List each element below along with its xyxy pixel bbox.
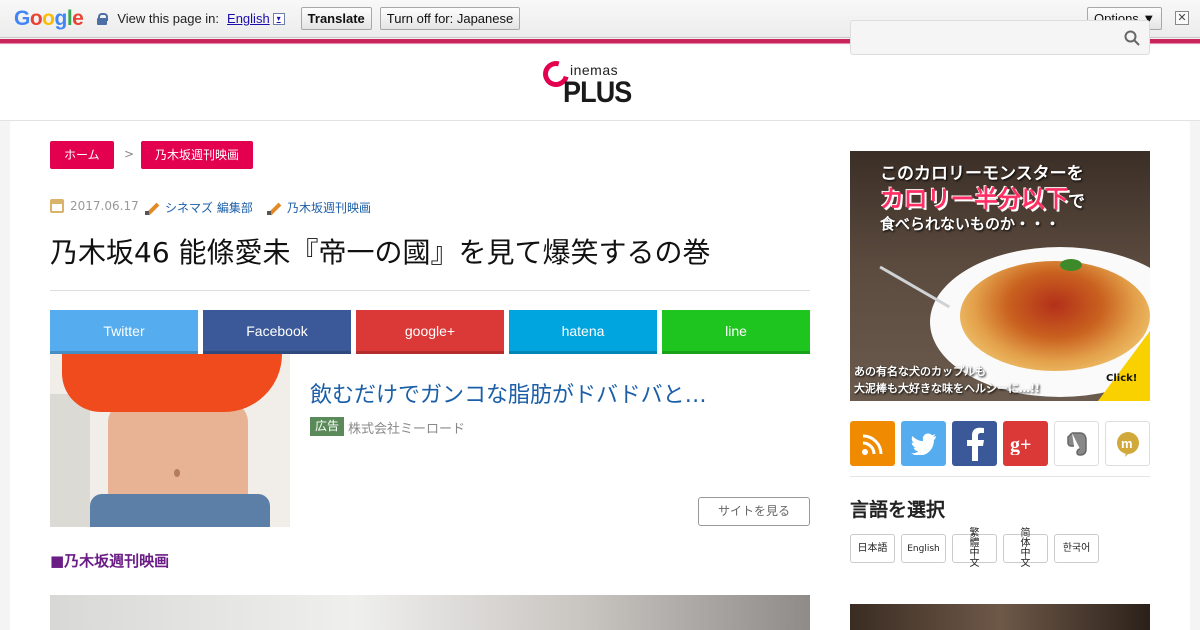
share-googleplus-button[interactable]: google+ bbox=[356, 310, 504, 354]
site-logo[interactable]: inemas PLUS bbox=[538, 56, 643, 109]
post-author-text: シネマズ 編集部 bbox=[165, 201, 253, 215]
language-label: English bbox=[227, 11, 270, 26]
search-input[interactable] bbox=[850, 20, 1150, 55]
pencil-icon bbox=[145, 201, 159, 215]
dropdown-arrow-icon: ▾ bbox=[272, 12, 285, 25]
post-tag[interactable]: 乃木坂週刊映画 bbox=[267, 199, 371, 216]
breadcrumb-home[interactable]: ホーム bbox=[50, 141, 114, 169]
logo-plus: PLUS bbox=[563, 76, 632, 109]
ad-badge: 広告 bbox=[310, 417, 345, 436]
sidebar-image bbox=[850, 604, 1150, 630]
share-facebook-button[interactable]: Facebook bbox=[203, 310, 351, 354]
mixi-icon[interactable]: m bbox=[1105, 421, 1150, 466]
ad-image[interactable] bbox=[50, 354, 290, 527]
share-hatena-button[interactable]: hatena bbox=[509, 310, 657, 354]
ad-sponsor: 株式会社ミーロード bbox=[348, 422, 466, 437]
post-date: 2017.06.17 bbox=[50, 199, 139, 213]
translate-prompt: View this page in: bbox=[117, 11, 220, 26]
turn-off-button[interactable]: Turn off for: Japanese bbox=[379, 7, 521, 30]
language-korean-button[interactable]: 한국어 bbox=[1054, 534, 1099, 563]
evernote-icon[interactable] bbox=[1054, 421, 1099, 466]
svg-text:m: m bbox=[1121, 436, 1133, 451]
article-image bbox=[50, 595, 810, 630]
banner-line-2: カロリー半分以下で bbox=[880, 185, 1085, 213]
share-twitter-button[interactable]: Twitter bbox=[50, 310, 198, 354]
rss-icon[interactable] bbox=[850, 421, 895, 466]
section-heading: ■乃木坂週刊映画 bbox=[50, 552, 170, 570]
facebook-icon[interactable] bbox=[952, 421, 997, 466]
translate-button[interactable]: Translate bbox=[300, 7, 372, 30]
site-header: inemas PLUS bbox=[0, 45, 1200, 121]
breadcrumb-separator: > bbox=[124, 147, 135, 161]
banner-line-5: 大泥棒も大好きな味をヘルシーに…!! bbox=[854, 382, 1041, 395]
banner-line-3: 食べられないものか・・・ bbox=[880, 215, 1061, 233]
twitter-icon[interactable] bbox=[901, 421, 946, 466]
language-selector[interactable]: English ▾ bbox=[227, 11, 285, 26]
post-author[interactable]: シネマズ 編集部 bbox=[145, 199, 253, 216]
banner-line-4: あの有名な犬のカップルも bbox=[854, 365, 986, 378]
google-logo: Google bbox=[14, 6, 84, 30]
language-traditional-chinese-button[interactable]: 繁體中文 bbox=[952, 528, 997, 568]
article-title: 乃木坂46 能條愛未『帝一の國』を見て爆笑するの巻 bbox=[50, 236, 711, 269]
language-japanese-button[interactable]: 日本語 bbox=[850, 534, 895, 563]
svg-text:g+: g+ bbox=[1010, 434, 1031, 455]
language-simplified-chinese-button[interactable]: 简体中文 bbox=[1003, 528, 1048, 568]
breadcrumb-category[interactable]: 乃木坂週刊映画 bbox=[141, 141, 254, 169]
ad-title[interactable]: 飲むだけでガンコな脂肪がドバドバと… bbox=[310, 377, 707, 409]
sidebar-banner-ad[interactable]: このカロリーモンスターを カロリー半分以下で 食べられないものか・・・ あの有名… bbox=[850, 151, 1150, 401]
googleplus-icon[interactable]: g+ bbox=[1003, 421, 1048, 466]
title-divider bbox=[50, 290, 810, 291]
lock-icon bbox=[97, 12, 109, 25]
close-icon[interactable]: ✕ bbox=[1175, 11, 1189, 25]
share-line-button[interactable]: line bbox=[662, 310, 810, 354]
post-date-text: 2017.06.17 bbox=[70, 199, 139, 213]
sidebar-divider bbox=[850, 476, 1150, 477]
calendar-icon bbox=[50, 199, 64, 213]
pencil-icon bbox=[267, 201, 281, 215]
language-english-button[interactable]: English bbox=[901, 534, 946, 563]
banner-click-label: Click! bbox=[1106, 373, 1138, 384]
post-tag-text: 乃木坂週刊映画 bbox=[287, 201, 372, 215]
search-icon[interactable] bbox=[1124, 30, 1140, 46]
ad-visit-site-button[interactable]: サイトを見る bbox=[698, 497, 810, 526]
language-heading: 言語を選択 bbox=[850, 499, 946, 521]
